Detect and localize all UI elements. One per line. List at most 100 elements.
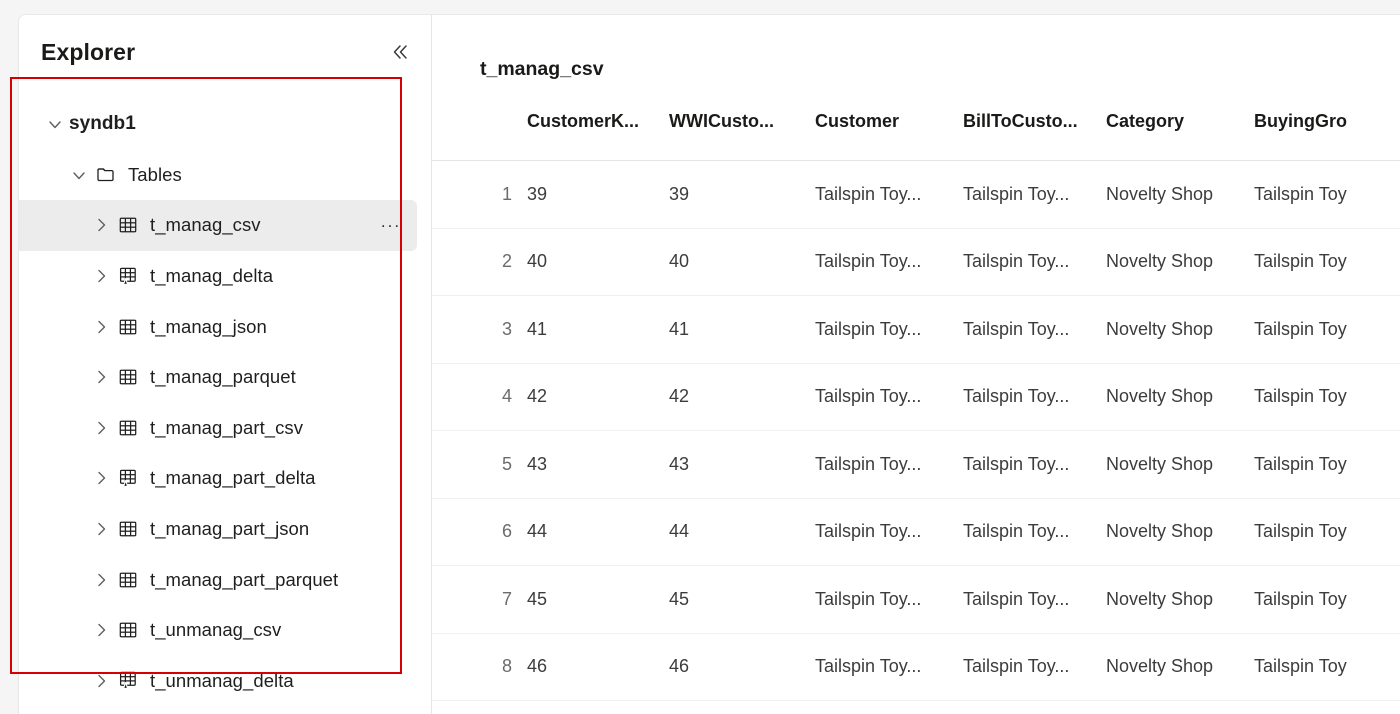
chevron-right-icon[interactable]: [87, 262, 115, 290]
table-cell[interactable]: 40: [669, 251, 815, 272]
table-cell[interactable]: 46: [527, 656, 669, 677]
table-cell[interactable]: 43: [527, 454, 669, 475]
table-name-heading: t_manag_csv: [480, 58, 604, 80]
table-cell[interactable]: Tailspin Toy...: [815, 319, 963, 340]
table-cell[interactable]: 44: [527, 521, 669, 542]
table-cell[interactable]: Tailspin Toy...: [963, 184, 1106, 205]
column-header[interactable]: Category: [1106, 111, 1254, 132]
table-cell[interactable]: Tailspin Toy...: [815, 251, 963, 272]
table-cell[interactable]: Novelty Shop: [1106, 656, 1254, 677]
table-cell[interactable]: Tailspin Toy...: [963, 656, 1106, 677]
tree-item-t_manag_parquet[interactable]: t_manag_parquet: [19, 352, 417, 403]
table-icon: [115, 516, 141, 542]
data-grid[interactable]: CustomerK... WWICusto... Customer BillToCus…: [432, 111, 1400, 714]
table-row[interactable]: 1 39 39 Tailspin Toy... Tailspin Toy... Novel…: [432, 161, 1400, 229]
table-cell[interactable]: 39: [527, 184, 669, 205]
table-cell[interactable]: Tailspin Toy: [1254, 319, 1400, 340]
table-cell[interactable]: 46: [669, 656, 815, 677]
table-cell[interactable]: Tailspin Toy: [1254, 454, 1400, 475]
table-cell[interactable]: 45: [527, 589, 669, 610]
chevron-right-icon[interactable]: [87, 414, 115, 442]
table-row[interactable]: 6 44 44 Tailspin Toy... Tailspin Toy... Novel…: [432, 499, 1400, 566]
tree-item-t_unmanag_csv[interactable]: t_unmanag_csv: [19, 605, 417, 656]
table-cell[interactable]: 44: [669, 521, 815, 542]
table-cell[interactable]: Tailspin Toy...: [815, 521, 963, 542]
table-cell[interactable]: Tailspin Toy: [1254, 589, 1400, 610]
column-header[interactable]: WWICusto...: [669, 111, 815, 132]
table-cell[interactable]: Tailspin Toy: [1254, 521, 1400, 542]
object-tree[interactable]: syndb1 Tables t_manag_csv... t_manag_deltat…: [19, 99, 431, 714]
table-cell[interactable]: Tailspin Toy...: [963, 319, 1106, 340]
chevron-right-icon[interactable]: [87, 313, 115, 341]
tree-item-syndb1[interactable]: syndb1: [19, 99, 417, 150]
table-cell[interactable]: 42: [669, 386, 815, 407]
table-cell[interactable]: Tailspin Toy...: [963, 589, 1106, 610]
table-cell[interactable]: Tailspin Toy: [1254, 386, 1400, 407]
chevron-right-icon[interactable]: [87, 363, 115, 391]
table-cell[interactable]: Novelty Shop: [1106, 589, 1254, 610]
table-cell[interactable]: Tailspin Toy...: [815, 184, 963, 205]
tree-item-partial[interactable]: [19, 706, 417, 714]
table-cell[interactable]: Tailspin Toy...: [963, 521, 1106, 542]
table-cell[interactable]: Tailspin Toy...: [815, 454, 963, 475]
table-cell[interactable]: Novelty Shop: [1106, 184, 1254, 205]
collapse-panel-button[interactable]: [383, 35, 417, 69]
explorer-page: Explorer syndb1 Tables t_manag_csv... t_man…: [0, 0, 1400, 714]
chevron-right-icon[interactable]: [87, 566, 115, 594]
table-cell[interactable]: Novelty Shop: [1106, 251, 1254, 272]
tree-item-label: t_manag_json: [150, 315, 267, 337]
table-cell[interactable]: Tailspin Toy: [1254, 251, 1400, 272]
tree-item-t_manag_part_parquet[interactable]: t_manag_part_parquet: [19, 554, 417, 605]
chevron-down-icon[interactable]: [41, 110, 69, 138]
tree-item-Tables[interactable]: Tables: [19, 150, 417, 201]
tree-item-t_unmanag_delta[interactable]: t_unmanag_delta: [19, 656, 417, 707]
tree-item-label: Tables: [128, 163, 182, 185]
row-index: 7: [502, 588, 513, 609]
tree-item-label: t_manag_part_csv: [150, 416, 304, 438]
table-row[interactable]: 2 40 40 Tailspin Toy... Tailspin Toy... Novel…: [432, 229, 1400, 296]
table-cell[interactable]: 42: [527, 386, 669, 407]
table-cell[interactable]: Novelty Shop: [1106, 454, 1254, 475]
table-cell[interactable]: Tailspin Toy...: [963, 454, 1106, 475]
tree-item-t_manag_part_json[interactable]: t_manag_part_json: [19, 504, 417, 555]
tree-item-t_manag_csv[interactable]: t_manag_csv...: [19, 200, 417, 251]
chevron-right-icon[interactable]: [87, 616, 115, 644]
table-cell[interactable]: Novelty Shop: [1106, 386, 1254, 407]
table-cell[interactable]: 39: [669, 184, 815, 205]
table-cell[interactable]: Tailspin Toy...: [963, 386, 1106, 407]
chevron-right-icon[interactable]: [87, 211, 115, 239]
table-row[interactable]: 7 45 45 Tailspin Toy... Tailspin Toy... Novel…: [432, 566, 1400, 634]
column-header[interactable]: CustomerK...: [527, 111, 669, 132]
table-cell[interactable]: Tailspin Toy: [1254, 184, 1400, 205]
table-cell[interactable]: Novelty Shop: [1106, 521, 1254, 542]
table-row[interactable]: 5 43 43 Tailspin Toy... Tailspin Toy... Novel…: [432, 431, 1400, 499]
table-row[interactable]: 4 42 42 Tailspin Toy... Tailspin Toy... Novel…: [432, 364, 1400, 431]
table-row[interactable]: 3 41 41 Tailspin Toy... Tailspin Toy... Novel…: [432, 296, 1400, 364]
chevron-down-icon[interactable]: [65, 161, 93, 189]
chevron-right-icon[interactable]: [87, 464, 115, 492]
table-cell[interactable]: Tailspin Toy: [1254, 656, 1400, 677]
tree-item-t_manag_part_delta[interactable]: t_manag_part_delta: [19, 453, 417, 504]
table-cell[interactable]: Tailspin Toy...: [963, 251, 1106, 272]
tree-item-t_manag_json[interactable]: t_manag_json: [19, 301, 417, 352]
column-header[interactable]: Customer: [815, 111, 963, 132]
chevron-right-icon[interactable]: [87, 667, 115, 695]
more-options-button[interactable]: ...: [377, 211, 405, 239]
table-cell[interactable]: 41: [527, 319, 669, 340]
column-header[interactable]: BillToCusto...: [963, 111, 1106, 132]
tree-item-label: t_unmanag_delta: [150, 669, 294, 691]
table-row[interactable]: 8 46 46 Tailspin Toy... Tailspin Toy... Novel…: [432, 634, 1400, 701]
chevron-right-icon[interactable]: [87, 515, 115, 543]
table-cell[interactable]: Tailspin Toy...: [815, 589, 963, 610]
table-cell[interactable]: 43: [669, 454, 815, 475]
table-cell[interactable]: Tailspin Toy...: [815, 386, 963, 407]
table-icon: [115, 415, 141, 441]
table-cell[interactable]: 41: [669, 319, 815, 340]
column-header[interactable]: BuyingGro: [1254, 111, 1400, 132]
table-cell[interactable]: Tailspin Toy...: [815, 656, 963, 677]
table-cell[interactable]: Novelty Shop: [1106, 319, 1254, 340]
table-cell[interactable]: 40: [527, 251, 669, 272]
table-cell[interactable]: 45: [669, 589, 815, 610]
tree-item-t_manag_delta[interactable]: t_manag_delta: [19, 251, 417, 302]
tree-item-t_manag_part_csv[interactable]: t_manag_part_csv: [19, 403, 417, 454]
